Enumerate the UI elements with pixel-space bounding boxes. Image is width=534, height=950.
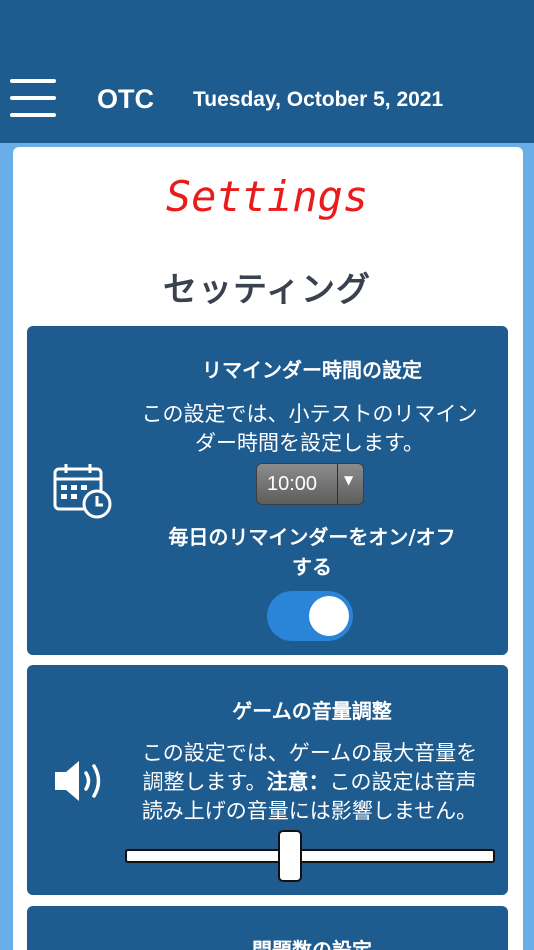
calendar-clock-icon <box>53 464 112 519</box>
reminder-time-value: 10:00 <box>267 473 318 495</box>
page-title-en: Settings <box>165 172 369 221</box>
hamburger-menu-icon[interactable] <box>10 78 58 118</box>
daily-reminder-label: 毎日のリマインダーをオン/オフ する <box>168 525 456 579</box>
reminder-description: この設定では、小テストのリマイン ダー時間を設定します。 <box>141 402 478 455</box>
toggle-knob <box>309 596 349 636</box>
volume-title: ゲームの音量調整 <box>232 699 392 723</box>
reminder-title: リマインダー時間の設定 <box>202 358 422 382</box>
volume-description: この設定では、ゲームの最大音量を 調整します。注意：この設定は音声 読み上げの音… <box>141 741 478 823</box>
volume-settings-card: ゲームの音量調整 この設定では、ゲームの最大音量を 調整します。注意：この設定は… <box>27 665 508 895</box>
header-date: Tuesday, October 5, 2021 <box>193 88 444 111</box>
volume-slider-thumb[interactable] <box>278 830 302 882</box>
speaker-icon <box>55 761 101 801</box>
daily-reminder-toggle[interactable] <box>267 591 353 641</box>
chevron-down-icon: ▼ <box>344 473 354 487</box>
reminder-time-select[interactable]: 10:00 ▼ <box>256 463 364 505</box>
page-title-jp: セッティング <box>163 270 371 310</box>
question-count-title: 問題数の設定 <box>252 938 372 950</box>
volume-slider-track[interactable] <box>125 849 495 863</box>
app-header: OTC Tuesday, October 5, 2021 <box>0 0 534 143</box>
question-count-card: 問題数の設定 <box>27 906 508 950</box>
app-title: OTC <box>97 84 154 114</box>
reminder-settings-card: リマインダー時間の設定 この設定では、小テストのリマイン ダー時間を設定します。… <box>27 326 508 655</box>
